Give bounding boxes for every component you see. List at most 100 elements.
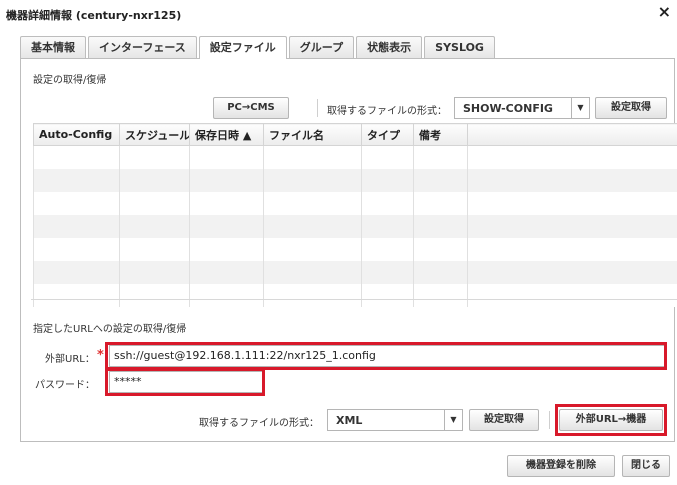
table-cell xyxy=(189,260,264,284)
table-cell xyxy=(263,283,362,307)
tab-basic-info[interactable]: 基本情報 xyxy=(20,36,86,58)
url-to-device-button[interactable]: 外部URL→機器 xyxy=(559,409,663,431)
file-format-label: 取得するファイルの形式： xyxy=(327,106,447,117)
tab-status[interactable]: 状態表示 xyxy=(356,36,423,58)
table-cell xyxy=(413,168,468,192)
table-cell xyxy=(119,168,190,192)
config-file-table: Auto-Config スケジュール 保存日時 ▲ ファイル名 タイプ 備考 xyxy=(33,123,677,307)
table-cell xyxy=(467,145,677,169)
table-cell xyxy=(413,191,468,215)
table-cell xyxy=(33,214,120,238)
table-cell xyxy=(413,214,468,238)
table-cell xyxy=(189,168,264,192)
table-cell xyxy=(119,145,190,169)
table-cell xyxy=(361,260,414,284)
table-cell xyxy=(361,283,414,307)
tab-bar: 基本情報 インターフェース 設定ファイル グループ 状態表示 SYSLOG xyxy=(20,36,497,59)
table-row[interactable] xyxy=(33,260,677,284)
column-header-file-name[interactable]: ファイル名 xyxy=(263,123,362,146)
external-url-label: 外部URL： xyxy=(45,354,95,365)
table-cell xyxy=(361,168,414,192)
table-cell xyxy=(119,237,190,261)
table-cell xyxy=(361,237,414,261)
delete-device-button[interactable]: 機器登録を削除 xyxy=(507,455,615,477)
table-cell xyxy=(189,237,264,261)
table-cell xyxy=(413,260,468,284)
password-input[interactable]: ***** xyxy=(109,371,263,393)
file-format-select[interactable]: SHOW-CONFIG ▼ xyxy=(454,97,590,119)
table-cell xyxy=(467,237,677,261)
table-cell xyxy=(263,237,362,261)
toolbar-divider xyxy=(317,99,318,117)
table-cell xyxy=(119,214,190,238)
chevron-down-icon[interactable]: ▼ xyxy=(444,410,462,430)
table-cell xyxy=(361,145,414,169)
table-cell xyxy=(467,283,677,307)
table-cell xyxy=(263,214,362,238)
section-divider xyxy=(31,299,677,300)
file-format-value: SHOW-CONFIG xyxy=(463,102,553,115)
url-file-format-label: 取得するファイルの形式： xyxy=(199,418,319,429)
external-url-input[interactable]: ssh://guest@192.168.1.111:22/nxr125_1.co… xyxy=(109,345,665,367)
table-cell xyxy=(361,214,414,238)
required-mark: * xyxy=(97,348,104,363)
table-cell xyxy=(189,145,264,169)
config-file-panel: 設定の取得/復帰 PC→CMS 取得するファイルの形式： SHOW-CONFIG… xyxy=(20,58,677,442)
table-row[interactable] xyxy=(33,237,677,261)
table-cell xyxy=(189,191,264,215)
section-title-fetch-restore: 設定の取得/復帰 xyxy=(33,75,107,86)
section-title-url-fetch: 指定したURLへの設定の取得/復帰 xyxy=(33,324,187,335)
table-cell xyxy=(119,283,190,307)
column-header-type[interactable]: タイプ xyxy=(361,123,414,146)
column-header-schedule[interactable]: スケジュール xyxy=(119,123,190,146)
table-cell xyxy=(467,214,677,238)
table-cell xyxy=(119,191,190,215)
table-cell xyxy=(33,191,120,215)
table-row[interactable] xyxy=(33,191,677,215)
table-cell xyxy=(413,283,468,307)
table-row[interactable] xyxy=(33,145,677,169)
table-cell xyxy=(413,145,468,169)
url-file-format-value: XML xyxy=(336,414,363,427)
table-header-row: Auto-Config スケジュール 保存日時 ▲ ファイル名 タイプ 備考 xyxy=(33,123,677,146)
table-cell xyxy=(361,191,414,215)
table-cell xyxy=(263,191,362,215)
tab-interface[interactable]: インターフェース xyxy=(88,36,197,58)
tab-group[interactable]: グループ xyxy=(288,36,355,58)
column-header-remarks[interactable]: 備考 xyxy=(413,123,468,146)
toolbar-divider-2 xyxy=(549,411,550,429)
tab-config-file[interactable]: 設定ファイル xyxy=(198,36,287,59)
table-row[interactable] xyxy=(33,168,677,192)
table-row[interactable] xyxy=(33,214,677,238)
table-cell xyxy=(189,283,264,307)
table-cell xyxy=(119,260,190,284)
close-icon[interactable]: × xyxy=(658,3,671,21)
chevron-down-icon[interactable]: ▼ xyxy=(571,98,589,118)
url-fetch-config-button[interactable]: 設定取得 xyxy=(469,409,539,431)
table-cell xyxy=(263,260,362,284)
table-cell xyxy=(467,191,677,215)
table-cell xyxy=(413,237,468,261)
table-cell xyxy=(33,260,120,284)
dialog-title: 機器詳細情報 (century-nxr125) xyxy=(6,9,182,22)
table-body xyxy=(33,145,677,307)
table-cell xyxy=(467,260,677,284)
tab-syslog[interactable]: SYSLOG xyxy=(424,36,495,58)
pc-to-cms-button[interactable]: PC→CMS xyxy=(213,97,289,119)
column-header-blank xyxy=(467,123,677,146)
column-header-auto-config[interactable]: Auto-Config xyxy=(33,123,120,146)
table-cell xyxy=(263,168,362,192)
table-cell xyxy=(33,237,120,261)
column-header-saved-at[interactable]: 保存日時 ▲ xyxy=(189,123,264,146)
url-file-format-select[interactable]: XML ▼ xyxy=(327,409,463,431)
table-cell xyxy=(33,168,120,192)
close-button[interactable]: 閉じる xyxy=(622,455,670,477)
table-cell xyxy=(189,214,264,238)
dialog-titlebar: 機器詳細情報 (century-nxr125) × xyxy=(0,0,677,26)
table-cell xyxy=(467,168,677,192)
table-cell xyxy=(33,283,120,307)
table-cell xyxy=(263,145,362,169)
fetch-config-button[interactable]: 設定取得 xyxy=(595,97,667,119)
table-cell xyxy=(33,145,120,169)
table-row[interactable] xyxy=(33,283,677,307)
